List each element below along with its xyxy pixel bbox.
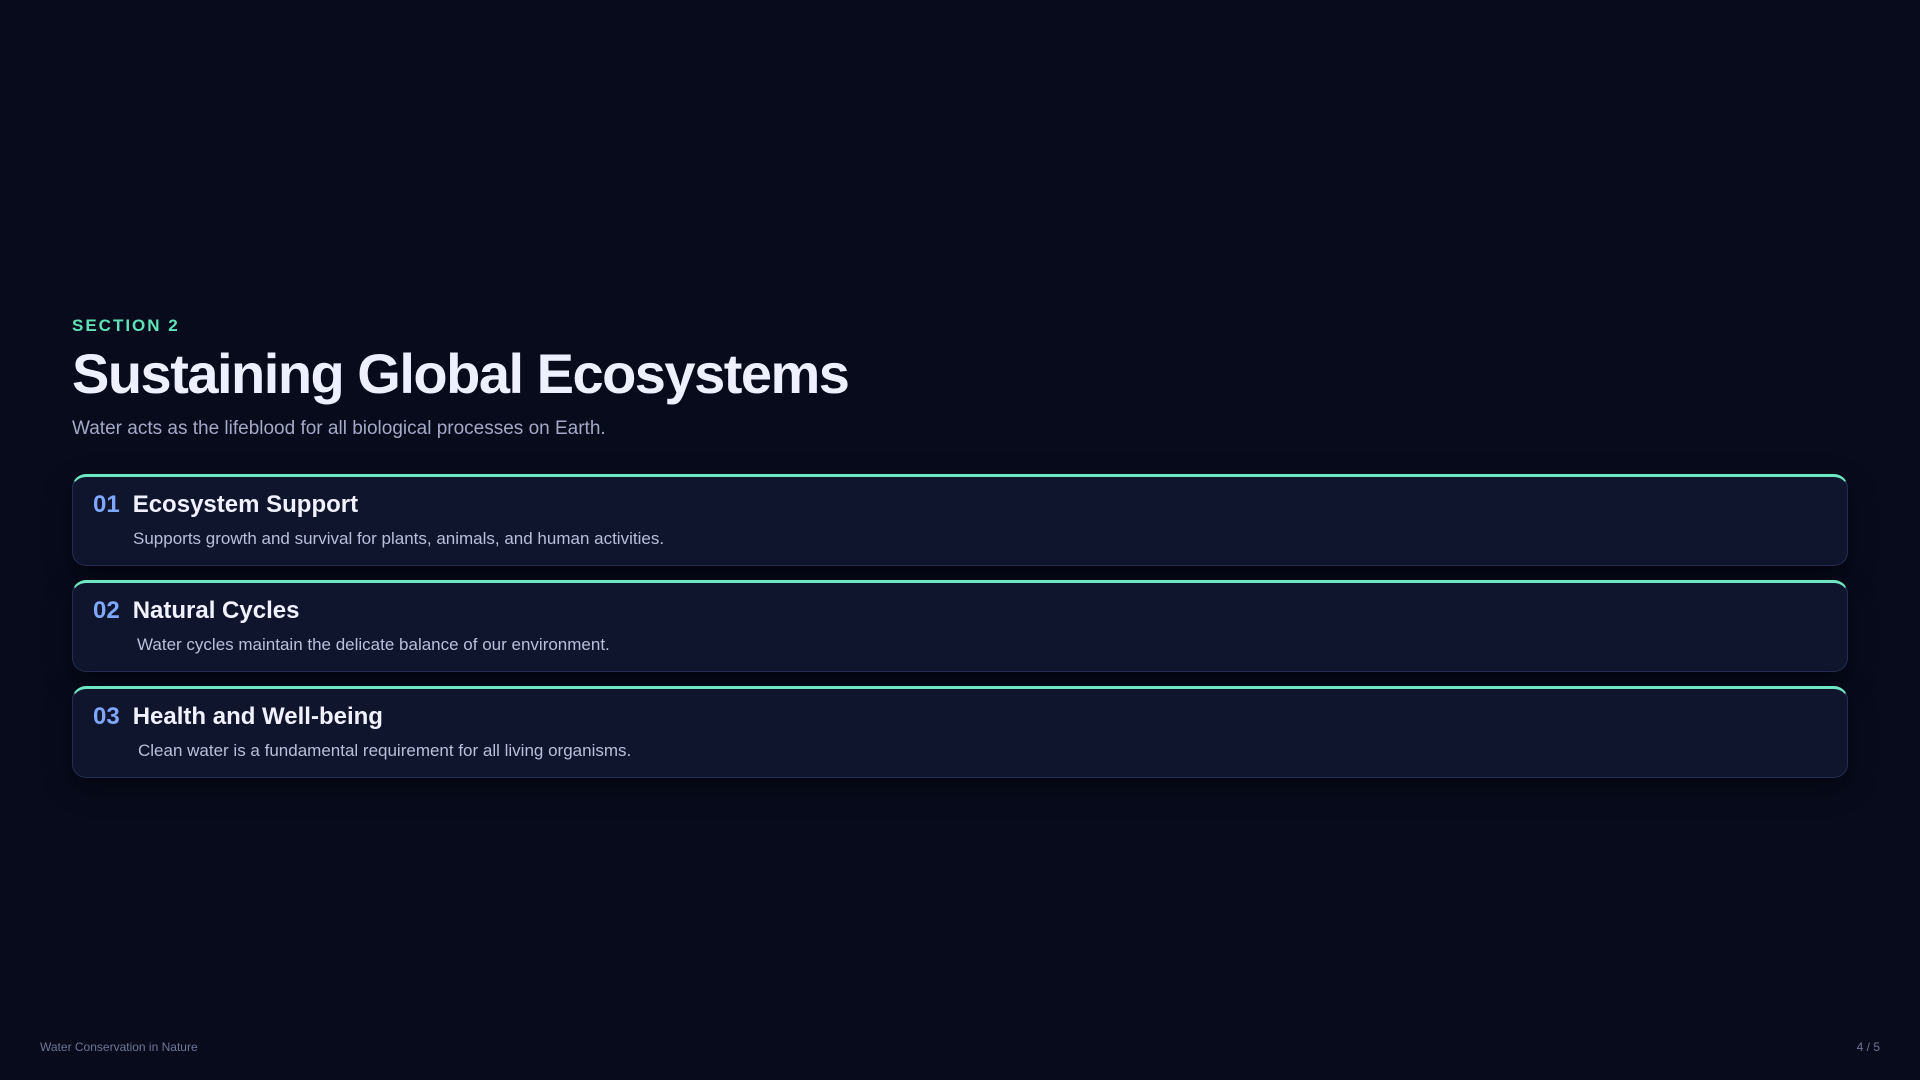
card-number: 02 (93, 597, 120, 625)
card-number: 03 (93, 703, 120, 731)
card-title: Health and Well-being (132, 703, 383, 731)
card-description: Supports growth and survival for plants,… (133, 529, 665, 549)
card-natural-cycles: 02 Natural Cycles Water cycles maintain … (72, 580, 1848, 673)
footer-deck-title: Water Conservation in Nature (40, 1040, 198, 1054)
card-description: Water cycles maintain the delicate balan… (137, 635, 610, 655)
slide: SECTION 2 Sustaining Global Ecosystems W… (0, 0, 1920, 1080)
card-description: Clean water is a fundamental requirement… (138, 741, 632, 761)
slide-content: SECTION 2 Sustaining Global Ecosystems W… (72, 316, 1848, 779)
card-title: Ecosystem Support (132, 491, 359, 519)
card-list: 01 Ecosystem Support Supports growth and… (72, 474, 1848, 779)
page-title: Sustaining Global Ecosystems (72, 342, 850, 405)
footer-page-indicator: 4 / 5 (1856, 1040, 1880, 1054)
card-health-well-being: 03 Health and Well-being Clean water is … (72, 686, 1848, 779)
page-subtitle: Water acts as the lifeblood for all biol… (72, 418, 606, 440)
card-title: Natural Cycles (132, 597, 300, 625)
card-header: 03 Health and Well-being (93, 703, 1827, 731)
card-header: 01 Ecosystem Support (93, 491, 1827, 519)
card-number: 01 (93, 491, 120, 519)
card-ecosystem-support: 01 Ecosystem Support Supports growth and… (72, 474, 1848, 567)
card-header: 02 Natural Cycles (93, 597, 1827, 625)
section-eyebrow: SECTION 2 (72, 316, 180, 335)
